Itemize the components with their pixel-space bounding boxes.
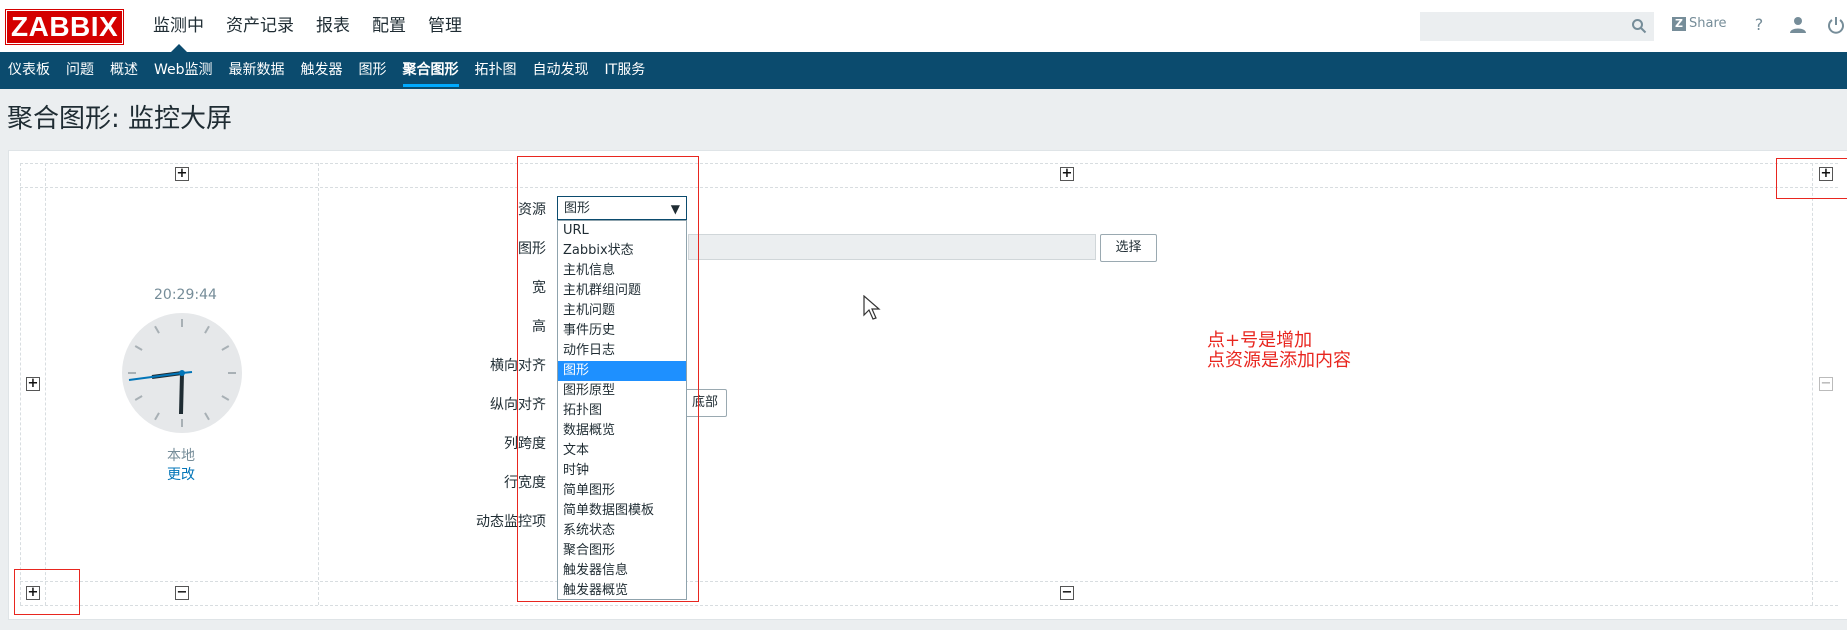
- grid-line: [20, 187, 1838, 188]
- sub-nav-item-problems[interactable]: 问题: [58, 52, 102, 89]
- grid-line: [318, 163, 319, 605]
- sub-nav-item-dashboard[interactable]: 仪表板: [0, 52, 58, 89]
- sub-nav-item-it-services[interactable]: IT服务: [597, 52, 654, 89]
- clock-change-link[interactable]: 更改: [167, 464, 195, 484]
- sub-nav: 仪表板 问题 概述 Web监测 最新数据 触发器 图形 聚合图形 拓扑图 自动发…: [0, 52, 1847, 89]
- sub-nav-item-latest-data[interactable]: 最新数据: [221, 52, 293, 89]
- main-nav: 监测中 资产记录 报表 配置 管理: [142, 0, 473, 52]
- add-column-button[interactable]: +: [1060, 167, 1074, 181]
- clock-minute-hand: [179, 372, 184, 415]
- user-profile-icon[interactable]: [1788, 15, 1808, 35]
- main-nav-item-monitoring[interactable]: 监测中: [142, 0, 215, 52]
- sub-nav-item-overview[interactable]: 概述: [102, 52, 146, 89]
- main-nav-item-inventory[interactable]: 资产记录: [215, 0, 305, 52]
- clock-timezone-label: 本地: [167, 448, 195, 464]
- select-button[interactable]: 选择: [1100, 234, 1157, 262]
- grid-line: [20, 163, 1838, 164]
- grid-line: [20, 163, 21, 605]
- sub-nav-item-screens[interactable]: 聚合图形: [395, 52, 467, 89]
- sign-out-icon[interactable]: [1826, 15, 1846, 35]
- screen-editor-panel: [8, 150, 1847, 620]
- page-title: 聚合图形: 监控大屏: [7, 104, 233, 134]
- zabbix-share-icon: Z: [1672, 17, 1686, 31]
- grid-line: [1812, 163, 1813, 605]
- remove-column-button[interactable]: −: [175, 586, 189, 600]
- mouse-cursor-icon: [863, 295, 881, 320]
- sub-nav-item-graphs[interactable]: 图形: [351, 52, 395, 89]
- grid-line: [45, 163, 46, 605]
- grid-line: [20, 605, 1838, 606]
- search-input[interactable]: [1420, 12, 1654, 41]
- highlight-box-add-row: [14, 569, 80, 615]
- sub-nav-item-web[interactable]: Web监测: [146, 52, 221, 89]
- analog-clock: [122, 313, 242, 433]
- add-row-button[interactable]: +: [26, 377, 40, 391]
- highlight-box-add-column: [1776, 158, 1847, 199]
- sub-nav-item-triggers[interactable]: 触发器: [293, 52, 351, 89]
- grid-line: [20, 581, 1838, 582]
- main-nav-item-reports[interactable]: 报表: [305, 0, 361, 52]
- sub-nav-item-maps[interactable]: 拓扑图: [467, 52, 525, 89]
- clock-time: 20:29:44: [154, 287, 217, 303]
- add-column-button[interactable]: +: [175, 167, 189, 181]
- annotation-line-2: 点资源是添加内容: [1207, 350, 1351, 371]
- zabbix-logo[interactable]: ZABBIX: [6, 10, 124, 44]
- share-button[interactable]: Z Share: [1672, 16, 1727, 31]
- remove-column-button[interactable]: −: [1060, 586, 1074, 600]
- highlight-box-resource: [517, 156, 699, 602]
- sub-nav-item-discovery[interactable]: 自动发现: [525, 52, 597, 89]
- main-nav-item-configuration[interactable]: 配置: [361, 0, 417, 52]
- graph-field[interactable]: [688, 234, 1096, 260]
- share-label: Share: [1689, 16, 1727, 31]
- top-header: ZABBIX 监测中 资产记录 报表 配置 管理 Z Share ?: [0, 0, 1847, 52]
- remove-row-button[interactable]: −: [1819, 377, 1833, 391]
- help-icon[interactable]: ?: [1749, 15, 1769, 35]
- clock-center: [179, 370, 185, 376]
- search-icon[interactable]: [1631, 18, 1647, 34]
- main-nav-item-administration[interactable]: 管理: [417, 0, 473, 52]
